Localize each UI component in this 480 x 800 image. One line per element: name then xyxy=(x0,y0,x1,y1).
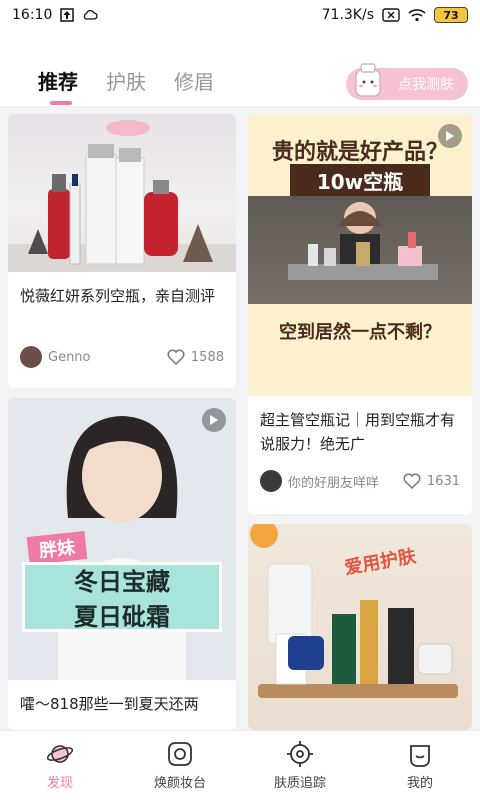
heart-icon xyxy=(403,473,421,489)
active-tab-indicator xyxy=(50,101,72,105)
card-image-bottles: 贵的就是好产品？ 10w空瓶 空到居然一点不剩？ xyxy=(248,114,472,396)
tab-recommend[interactable]: 推荐 xyxy=(38,66,78,105)
tab-skincare-label: 护肤 xyxy=(106,70,146,94)
nav-profile[interactable]: 我的 xyxy=(360,731,480,800)
avatar xyxy=(20,346,42,368)
like-button[interactable]: 1631 xyxy=(403,473,460,489)
like-button[interactable]: 1588 xyxy=(167,349,224,365)
nav-discover[interactable]: 发现 xyxy=(0,731,120,800)
author-name: 你的好朋友咩咩 xyxy=(288,475,380,491)
cloud-icon xyxy=(82,9,98,21)
header: 推荐 护肤 修眉 点我测肤 xyxy=(0,30,480,106)
image-subheadline: 10w空瓶 xyxy=(290,164,430,196)
tab-eyebrow[interactable]: 修眉 xyxy=(174,66,214,95)
tab-bar: 推荐 护肤 修眉 xyxy=(38,66,214,105)
nav-profile-label: 我的 xyxy=(406,776,433,791)
tab-skincare[interactable]: 护肤 xyxy=(106,66,146,95)
avatar xyxy=(260,470,282,492)
network-speed: 71.3K/s xyxy=(321,7,374,23)
play-icon xyxy=(202,408,226,432)
card-author[interactable]: 你的好朋友咩咩 xyxy=(260,470,379,492)
feed-card[interactable]: 爱用护肤 xyxy=(248,524,472,730)
status-bar: 16:10 71.3K/s 73 xyxy=(0,0,480,30)
card-image-products xyxy=(8,114,236,272)
heart-icon xyxy=(167,349,185,365)
card-image-skincare: 爱用护肤 xyxy=(248,524,472,730)
camera-icon xyxy=(166,740,194,768)
image-tag-text: 胖妹 xyxy=(38,537,77,562)
feed-card[interactable]: 悦薇红妍系列空瓶，亲自测评 Genno 1588 xyxy=(8,114,236,388)
nav-makeup-table[interactable]: 焕颜妆台 xyxy=(120,731,240,800)
tab-recommend-label: 推荐 xyxy=(38,70,78,94)
sim-blocked-icon xyxy=(382,8,400,22)
image-banner: 冬日宝藏 夏日砒霜 xyxy=(22,562,222,632)
like-count: 1631 xyxy=(426,473,460,489)
nav-skin-tracking-label: 肤质追踪 xyxy=(273,776,326,791)
image-subheadline-text: 10w空瓶 xyxy=(316,169,404,194)
upload-icon xyxy=(60,8,75,22)
image-banner-line1: 冬日宝藏 xyxy=(74,568,170,596)
mascot-icon xyxy=(355,63,381,97)
skin-test-button[interactable]: 点我测肤 xyxy=(346,63,468,100)
profile-icon xyxy=(406,740,434,768)
photo xyxy=(248,196,472,304)
card-author[interactable]: Genno xyxy=(20,346,91,368)
nav-makeup-table-label: 焕颜妆台 xyxy=(153,776,206,791)
image-banner-line2: 夏日砒霜 xyxy=(74,603,170,631)
bottom-nav: 发现 焕颜妆台 肤质追踪 我的 xyxy=(0,730,480,800)
wifi-icon xyxy=(408,8,426,22)
card-image-portrait: 胖妹 冬日宝藏 夏日砒霜 xyxy=(8,398,236,680)
play-icon xyxy=(438,124,462,148)
tab-eyebrow-label: 修眉 xyxy=(174,70,214,94)
status-time: 16:10 xyxy=(12,7,53,23)
card-meta: Genno 1588 xyxy=(8,346,236,368)
card-meta: 你的好朋友咩咩 1631 xyxy=(248,470,472,492)
author-name: Genno xyxy=(48,349,91,365)
feed-card[interactable]: 胖妹 冬日宝藏 夏日砒霜 嚯～818那些一到夏天还两 xyxy=(8,398,236,730)
card-title: 悦薇红妍系列空瓶，亲自测评 xyxy=(20,287,216,305)
card-title: 嚯～818那些一到夏天还两 xyxy=(20,695,199,713)
skin-test-label: 点我测肤 xyxy=(398,77,454,93)
feed-card[interactable]: 贵的就是好产品？ 10w空瓶 空到居然一点不剩？ 超主管空瓶记｜用到空瓶才有说服… xyxy=(248,114,472,514)
target-icon xyxy=(286,740,314,768)
nav-discover-label: 发现 xyxy=(46,776,73,791)
planet-icon xyxy=(46,740,74,768)
card-title: 超主管空瓶记｜用到空瓶才有说服力！绝无广 xyxy=(260,411,456,453)
image-caption: 空到居然一点不剩？ xyxy=(279,322,441,343)
nav-skin-tracking[interactable]: 肤质追踪 xyxy=(240,731,360,800)
like-count: 1588 xyxy=(190,349,224,365)
battery-indicator: 73 xyxy=(434,7,468,23)
